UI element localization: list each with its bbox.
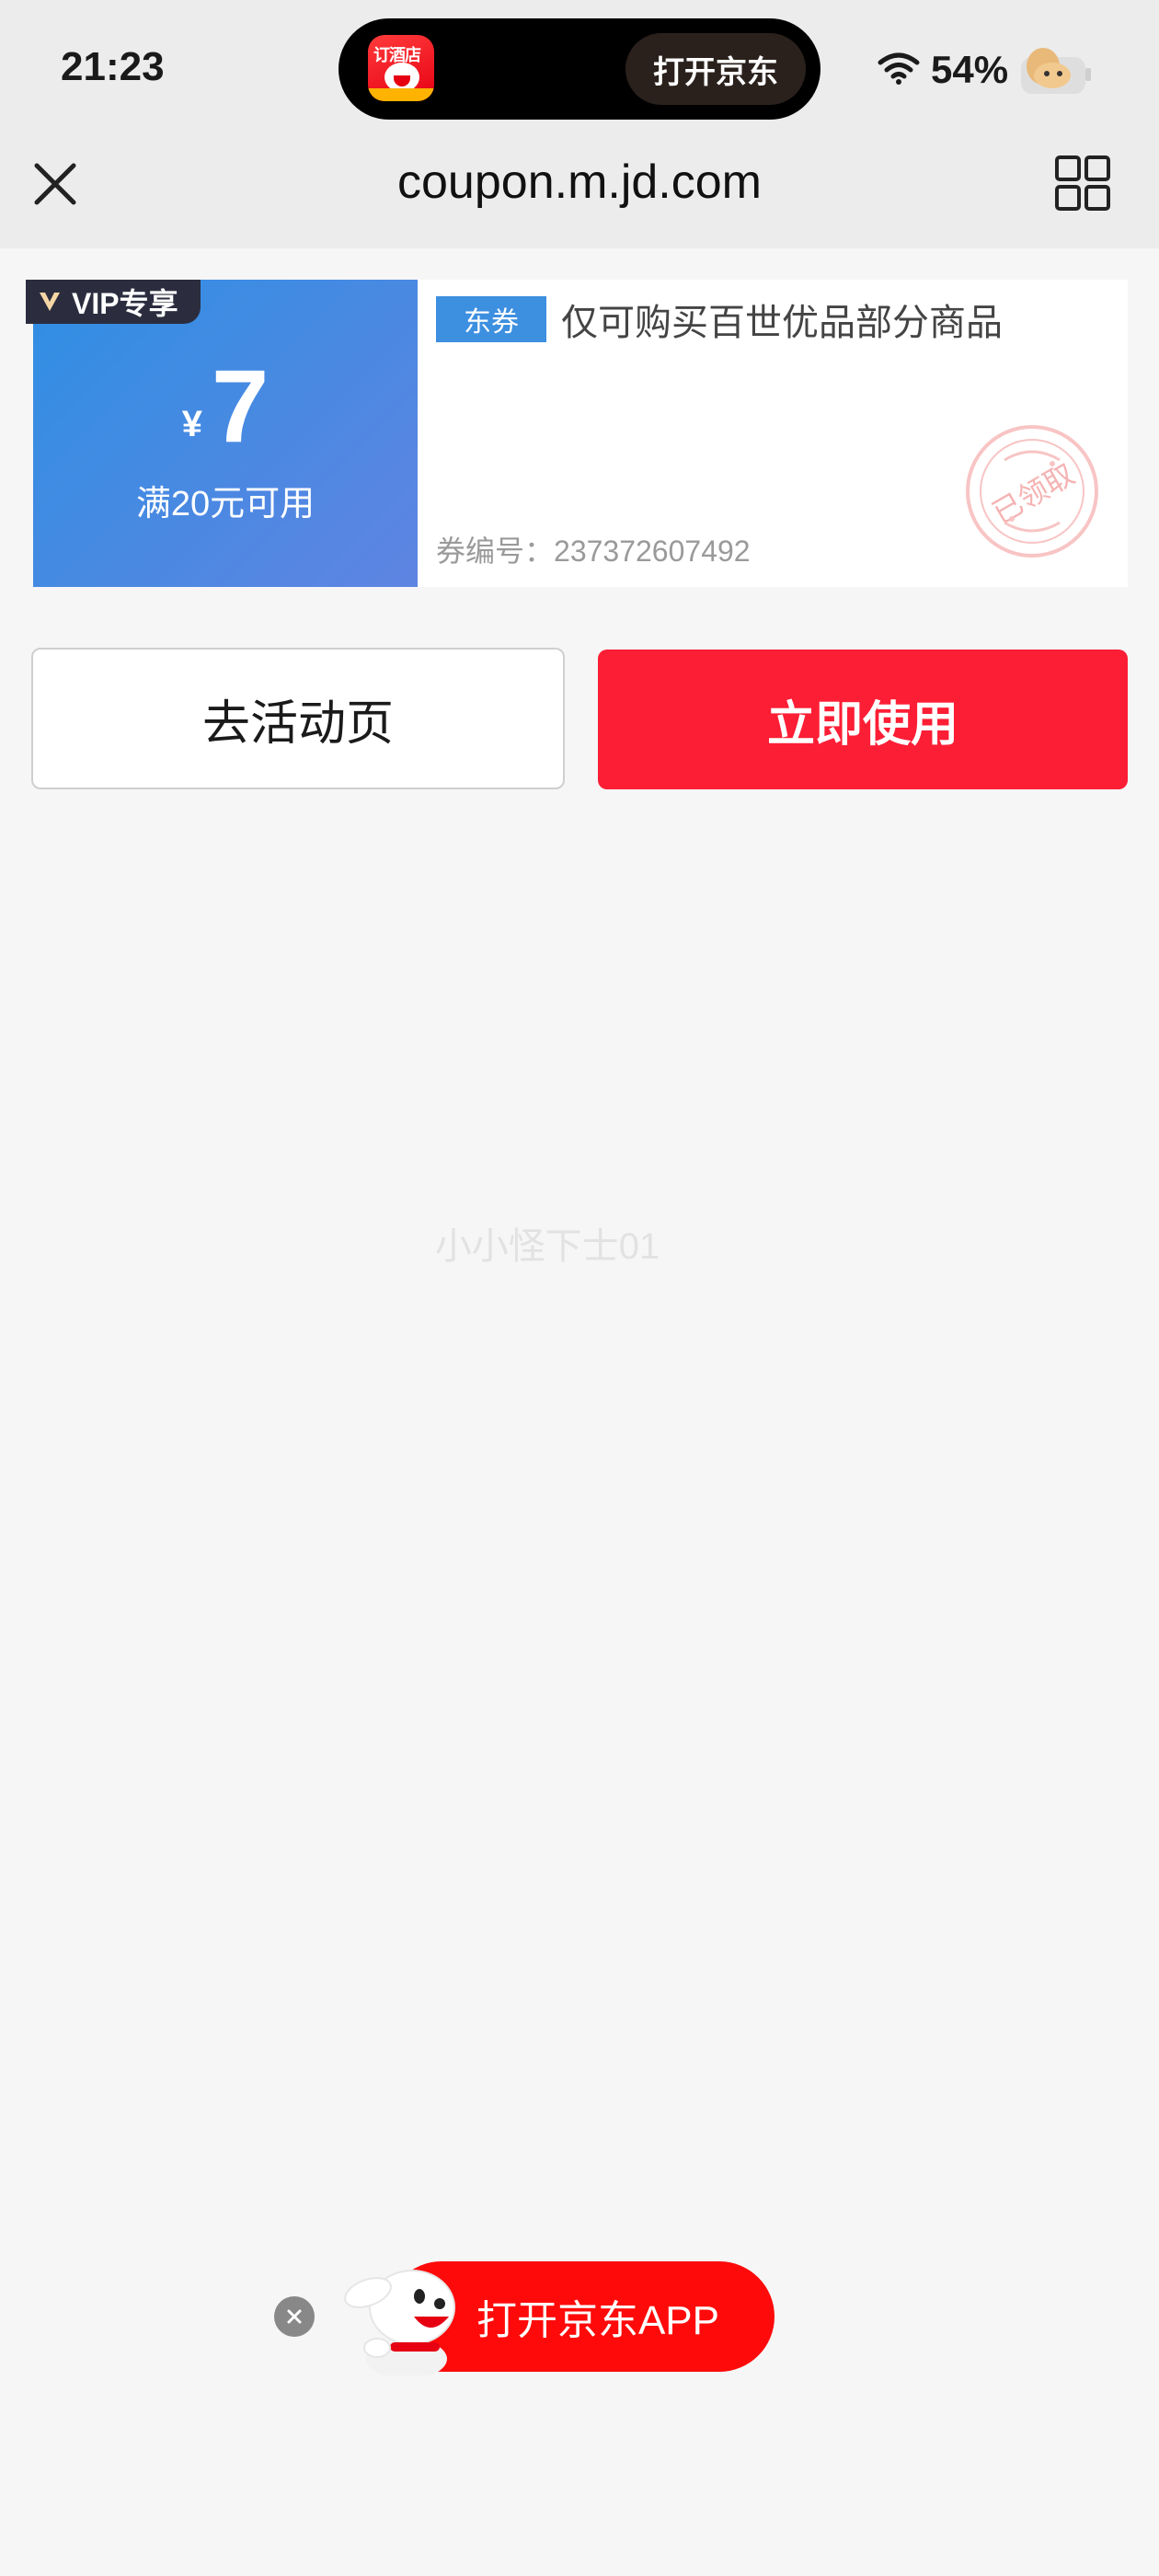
coupon-condition: 满20元可用 xyxy=(135,485,316,523)
coupon-card: VIP专享 ¥7 满20元可用 东券 仅可购买百世优品部分商品 券编号：2373… xyxy=(26,280,1128,587)
open-jd-island-button[interactable]: 打开京东 xyxy=(625,33,806,105)
coupon-code: 券编号：237372607492 xyxy=(436,528,751,570)
coupon-amount: ¥7 xyxy=(33,355,418,458)
page-url: coupon.m.jd.com xyxy=(397,155,762,209)
coupon-code-value: 237372607492 xyxy=(554,535,751,568)
status-time: 21:23 xyxy=(61,44,165,89)
vip-v-icon xyxy=(40,293,60,311)
open-jd-app-label: 打开京东APP xyxy=(476,2298,719,2343)
stamp-label: 已领取 xyxy=(986,456,1080,531)
watermark: 小小怪下士01 xyxy=(434,1226,660,1267)
coupon-value-panel: VIP专享 ¥7 满20元可用 xyxy=(26,280,418,587)
wifi-icon xyxy=(878,52,920,85)
claimed-stamp-icon: 已领取 xyxy=(966,425,1098,558)
coupon-info-panel: 东券 仅可购买百世优品部分商品 券编号：237372607492 已领取 xyxy=(418,280,1128,587)
close-circle-icon xyxy=(287,2309,302,2324)
joy-dog-mascot-icon xyxy=(344,2270,455,2375)
battery-icon xyxy=(1021,48,1091,94)
coupon-amount-value: 7 xyxy=(211,349,270,464)
dynamic-island[interactable]: 订酒店 打开京东 xyxy=(339,18,820,120)
currency-symbol: ¥ xyxy=(181,404,202,444)
grid-menu-icon[interactable] xyxy=(1054,155,1111,212)
browser-toolbar: coupon.m.jd.com xyxy=(0,136,1159,248)
coupon-type-tag: 东券 xyxy=(436,296,546,342)
coupon-description: 仅可购买百世优品部分商品 xyxy=(561,303,1003,343)
battery-percent: 54% xyxy=(931,48,1009,91)
vip-badge: VIP专享 xyxy=(26,280,201,324)
banner-close-button[interactable] xyxy=(274,2296,315,2337)
jd-hotel-app-icon: 订酒店 xyxy=(368,35,434,101)
use-now-button[interactable]: 立即使用 xyxy=(598,650,1128,789)
go-activity-page-button[interactable]: 去活动页 xyxy=(31,648,565,789)
coupon-code-label: 券编号： xyxy=(436,535,555,568)
status-bar: 21:23 订酒店 打开京东 54% xyxy=(0,0,1159,136)
vip-badge-label: VIP专享 xyxy=(72,287,178,320)
